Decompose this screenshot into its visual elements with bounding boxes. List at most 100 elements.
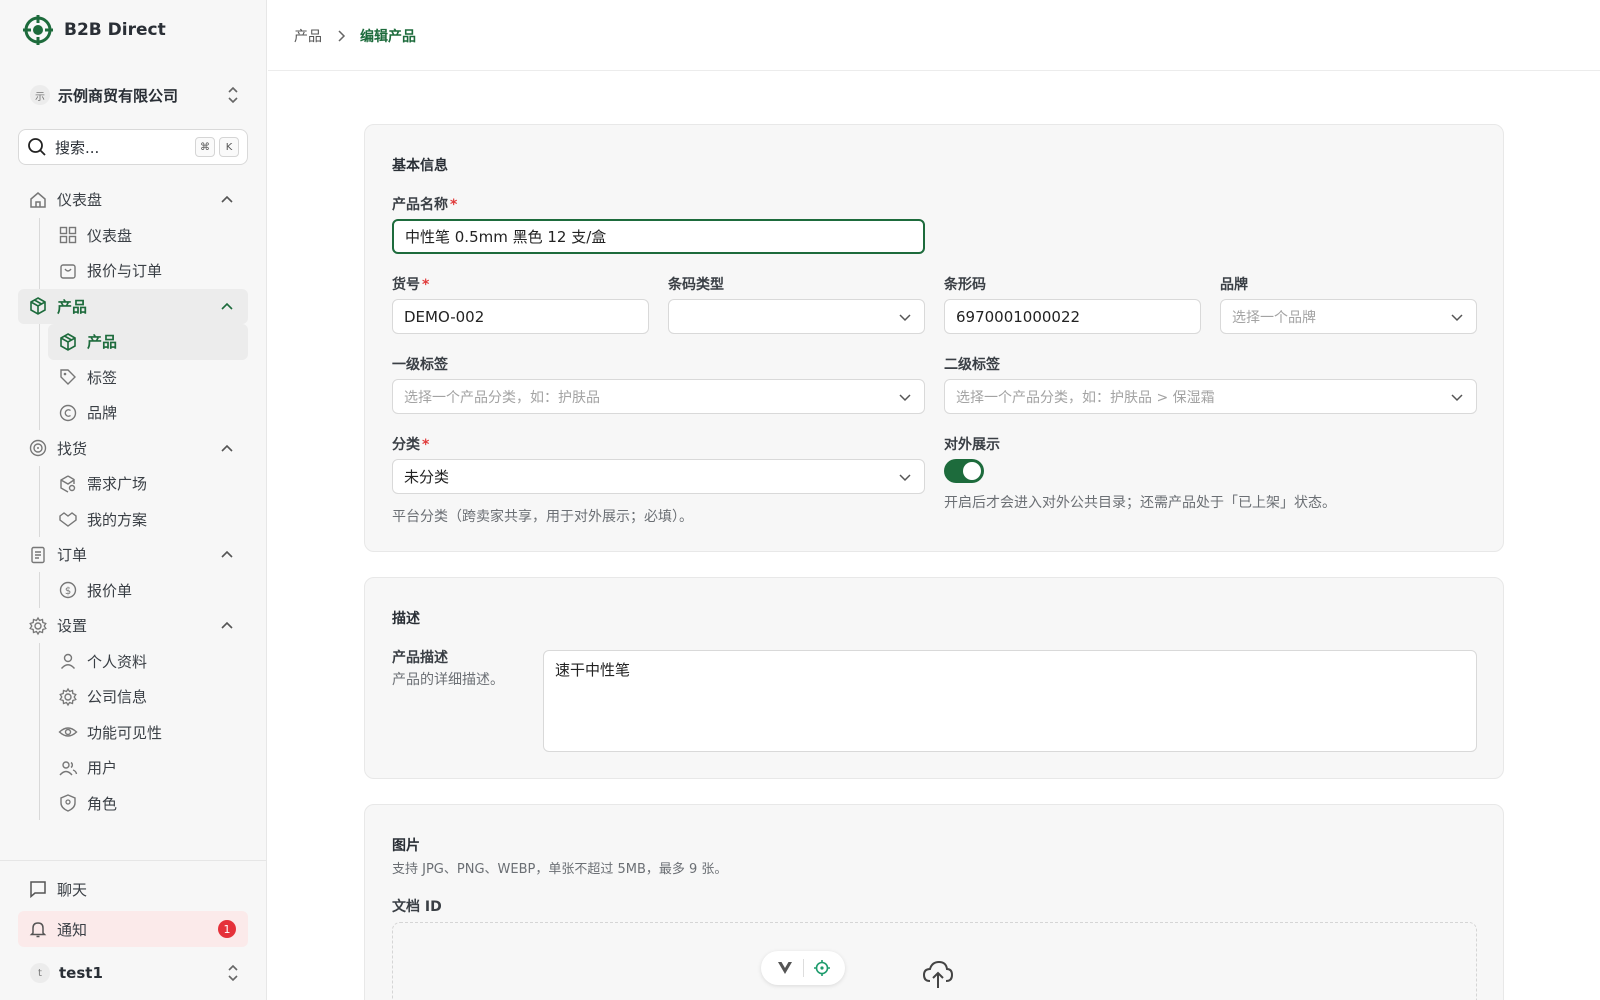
search-icon: [28, 138, 46, 156]
select-placeholder: 选择一个产品分类，如：护肤品: [404, 389, 600, 406]
chevron-up-icon: [221, 195, 233, 203]
sidebar-item-notifications[interactable]: 通知 1: [18, 911, 248, 947]
chevron-updown-icon: [228, 86, 238, 104]
target-icon[interactable]: [813, 959, 831, 977]
sidebar-item-dashboard[interactable]: 仪表盘: [18, 218, 248, 254]
breadcrumb-products[interactable]: 产品: [294, 26, 322, 46]
label-text: 货号: [392, 277, 420, 293]
section-title: 描述: [392, 611, 420, 627]
sidebar-group-label: 设置: [57, 617, 88, 636]
input-value: 中性笔 0.5mm 黑色 12 支/盒: [405, 228, 607, 246]
basic-info-card: 基本信息 产品名称 * 中性笔 0.5mm 黑色 12 支/盒 货号 * DEMO-…: [364, 124, 1504, 552]
sidebar-nav: 仪表盘 仪表盘 报价与订单 产品 产品 标签 品牌 找货 需求广场 我的方案 订…: [18, 182, 248, 821]
sidebar-item-roles[interactable]: 角色: [18, 786, 248, 822]
chevron-up-icon: [221, 302, 233, 310]
doc-id-label: 文档 ID: [392, 899, 442, 915]
image-dropzone[interactable]: [392, 922, 1477, 1000]
avatar: t: [30, 963, 50, 983]
sku-label: 货号 *: [392, 274, 429, 294]
sidebar-item-label: 聊天: [57, 880, 88, 899]
tag1-select[interactable]: 选择一个产品分类，如：护肤品: [392, 379, 925, 414]
category-select[interactable]: 未分类: [392, 459, 925, 494]
select-placeholder: 选择一个品牌: [1232, 309, 1316, 326]
required-marker: *: [422, 277, 430, 293]
sku-input[interactable]: DEMO-002: [392, 299, 649, 334]
category-help: 平台分类（跨卖家共享，用于对外展示；必填）。: [392, 509, 693, 525]
org-avatar: 示: [30, 85, 50, 105]
brand-name: B2B Direct: [64, 20, 166, 40]
sidebar-group-products[interactable]: 产品: [18, 288, 248, 324]
sidebar-item-label: 个人资料: [87, 652, 148, 671]
brand-label: 品牌: [1220, 277, 1248, 293]
sidebar-item-users[interactable]: 用户: [18, 750, 248, 786]
sidebar-item-quotes-orders[interactable]: 报价与订单: [18, 253, 248, 289]
images-card: 图片 支持 JPG、PNG、WEBP，单张不超过 5MB，最多 9 张。 文档 …: [364, 804, 1504, 1000]
sidebar-group-sourcing[interactable]: 找货: [18, 431, 248, 467]
sidebar-item-feature-visibility[interactable]: 功能可见性: [18, 715, 248, 751]
search-box[interactable]: 搜索... ⌘ K: [18, 129, 248, 165]
brand-select[interactable]: 选择一个品牌: [1220, 299, 1477, 334]
org-name: 示例商贸有限公司: [58, 86, 179, 105]
toggle-knob: [963, 462, 981, 480]
public-toggle[interactable]: [944, 459, 984, 483]
description-textarea[interactable]: 速干中性笔: [543, 650, 1477, 752]
sidebar-item-company-info[interactable]: 公司信息: [18, 679, 248, 715]
brand[interactable]: B2B Direct: [22, 14, 166, 46]
search-placeholder: 搜索...: [55, 138, 100, 157]
sidebar-group-orders[interactable]: 订单: [18, 537, 248, 573]
sidebar-item-demand-plaza[interactable]: 需求广场: [18, 466, 248, 502]
sidebar-group-settings[interactable]: 设置: [18, 608, 248, 644]
sidebar-item-label: 角色: [87, 794, 118, 813]
barcode-input[interactable]: 6970001000022: [944, 299, 1201, 334]
sidebar-item-label: 报价单: [87, 581, 133, 600]
required-marker: *: [422, 437, 430, 453]
tag-icon: [60, 369, 76, 386]
sidebar-item-tags[interactable]: 标签: [18, 360, 248, 396]
package-search-icon: [60, 475, 76, 493]
sidebar-item-profile[interactable]: 个人资料: [18, 644, 248, 680]
shield-user-icon: [60, 794, 76, 813]
vue-devtools-icon[interactable]: [776, 959, 794, 977]
select-value: 未分类: [404, 468, 450, 486]
sidebar-group-label: 订单: [57, 546, 88, 565]
product-name-input[interactable]: 中性笔 0.5mm 黑色 12 支/盒: [392, 219, 925, 254]
chevron-down-icon: [1451, 394, 1463, 402]
org-switcher[interactable]: 示 示例商贸有限公司: [30, 80, 240, 110]
sidebar-item-label: 公司信息: [87, 688, 148, 707]
notification-badge: 1: [218, 920, 236, 938]
sidebar-group-label: 找货: [57, 439, 88, 458]
tag2-select[interactable]: 选择一个产品分类，如：护肤品 > 保湿霜: [944, 379, 1477, 414]
sidebar-item-brands[interactable]: 品牌: [18, 395, 248, 431]
input-value: DEMO-002: [404, 307, 485, 326]
sidebar-item-label: 需求广场: [87, 475, 148, 494]
sidebar-item-quotes[interactable]: $ 报价单: [18, 573, 248, 609]
category-label: 分类 *: [392, 434, 429, 454]
barcode-type-select[interactable]: [668, 299, 925, 334]
sidebar: B2B Direct 示 示例商贸有限公司 搜索... ⌘ K 仪表盘 仪表盘 …: [0, 0, 267, 1000]
shopping-bag-icon: [60, 264, 76, 279]
tag2-label: 二级标签: [944, 357, 1000, 373]
public-label: 对外展示: [944, 437, 1000, 453]
upload-cloud-icon: [922, 960, 954, 988]
sidebar-item-chat[interactable]: 聊天: [18, 872, 248, 906]
sidebar-group-dashboard[interactable]: 仪表盘: [18, 182, 248, 218]
handshake-icon: [59, 512, 77, 528]
kbd-k: K: [219, 137, 239, 157]
sidebar-item-products[interactable]: 产品: [48, 324, 248, 360]
sidebar-item-my-plans[interactable]: 我的方案: [18, 502, 248, 538]
home-icon: [30, 191, 46, 208]
sidebar-item-label: 功能可见性: [87, 723, 163, 742]
user-switcher[interactable]: t test1: [30, 958, 240, 988]
chevron-down-icon: [899, 314, 911, 322]
svg-text:$: $: [65, 586, 71, 597]
chevron-updown-icon: [228, 964, 238, 982]
chevron-up-icon: [221, 621, 233, 629]
sidebar-item-label: 报价与订单: [87, 262, 163, 281]
chevron-down-icon: [899, 474, 911, 482]
sidebar-item-label: 仪表盘: [87, 226, 133, 245]
sidebar-item-label: 品牌: [87, 404, 118, 423]
section-title: 基本信息: [392, 158, 448, 174]
section-title: 图片: [392, 838, 420, 854]
public-help: 开启后才会进入对外公共目录；还需产品处于「已上架」状态。: [944, 495, 1336, 511]
sidebar-group-label: 仪表盘: [57, 191, 103, 210]
